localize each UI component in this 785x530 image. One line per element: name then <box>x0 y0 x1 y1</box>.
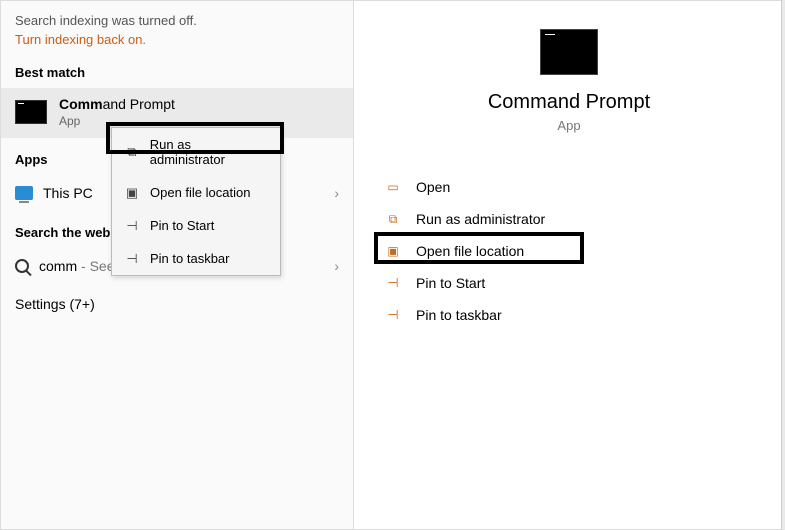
indexing-notice: Search indexing was turned off. Turn ind… <box>1 1 353 51</box>
chevron-right-icon: › <box>334 258 339 274</box>
action-open-file-location[interactable]: Open file location <box>384 235 784 267</box>
ctx-label: Run as administrator <box>150 137 268 167</box>
pin-icon <box>384 307 402 323</box>
pin-icon <box>124 219 140 233</box>
action-label: Open <box>416 179 450 195</box>
action-label: Pin to Start <box>416 275 485 291</box>
this-pc-label: This PC <box>43 185 93 201</box>
details-pane: Command Prompt App Open Run as administr… <box>353 1 784 529</box>
action-pin-to-taskbar[interactable]: Pin to taskbar <box>384 299 784 331</box>
action-run-as-admin[interactable]: Run as administrator <box>384 203 784 235</box>
this-pc-icon <box>15 186 33 200</box>
folder-icon <box>384 244 402 258</box>
section-settings[interactable]: Settings (7+) <box>1 284 353 324</box>
ctx-open-file-location[interactable]: Open file location <box>112 176 280 209</box>
best-match-title: Command Prompt <box>59 96 175 112</box>
context-menu: Run as administrator Open file location … <box>111 127 281 276</box>
match-highlight: Comm <box>59 96 103 112</box>
open-icon <box>384 180 402 194</box>
pin-icon <box>124 252 140 266</box>
search-icon <box>15 259 29 273</box>
ctx-run-as-admin[interactable]: Run as administrator <box>112 128 280 176</box>
ctx-pin-to-taskbar[interactable]: Pin to taskbar <box>112 242 280 275</box>
ctx-label: Open file location <box>150 185 250 200</box>
best-match-subtitle: App <box>59 114 175 128</box>
search-term: comm <box>39 258 77 274</box>
command-prompt-large-icon <box>540 29 598 75</box>
folder-icon <box>124 186 140 200</box>
ctx-label: Pin to taskbar <box>150 251 230 266</box>
action-label: Pin to taskbar <box>416 307 502 323</box>
match-rest: and Prompt <box>103 96 175 112</box>
details-title: Command Prompt <box>488 91 650 114</box>
admin-shield-icon <box>384 212 402 227</box>
chevron-right-icon: › <box>334 185 339 201</box>
scrollbar[interactable] <box>781 0 785 530</box>
pin-icon <box>384 275 402 291</box>
notice-text: Search indexing was turned off. <box>15 13 339 28</box>
details-subtitle: App <box>557 118 580 133</box>
action-label: Run as administrator <box>416 211 545 227</box>
search-left-pane: Search indexing was turned off. Turn ind… <box>1 1 353 529</box>
command-prompt-icon <box>15 100 47 124</box>
section-best-match: Best match <box>1 51 353 88</box>
action-open[interactable]: Open <box>384 171 784 203</box>
action-label: Open file location <box>416 243 524 259</box>
admin-shield-icon <box>124 145 140 159</box>
ctx-label: Pin to Start <box>150 218 214 233</box>
turn-indexing-on-link[interactable]: Turn indexing back on. <box>15 32 146 47</box>
ctx-pin-to-start[interactable]: Pin to Start <box>112 209 280 242</box>
action-pin-to-start[interactable]: Pin to Start <box>384 267 784 299</box>
